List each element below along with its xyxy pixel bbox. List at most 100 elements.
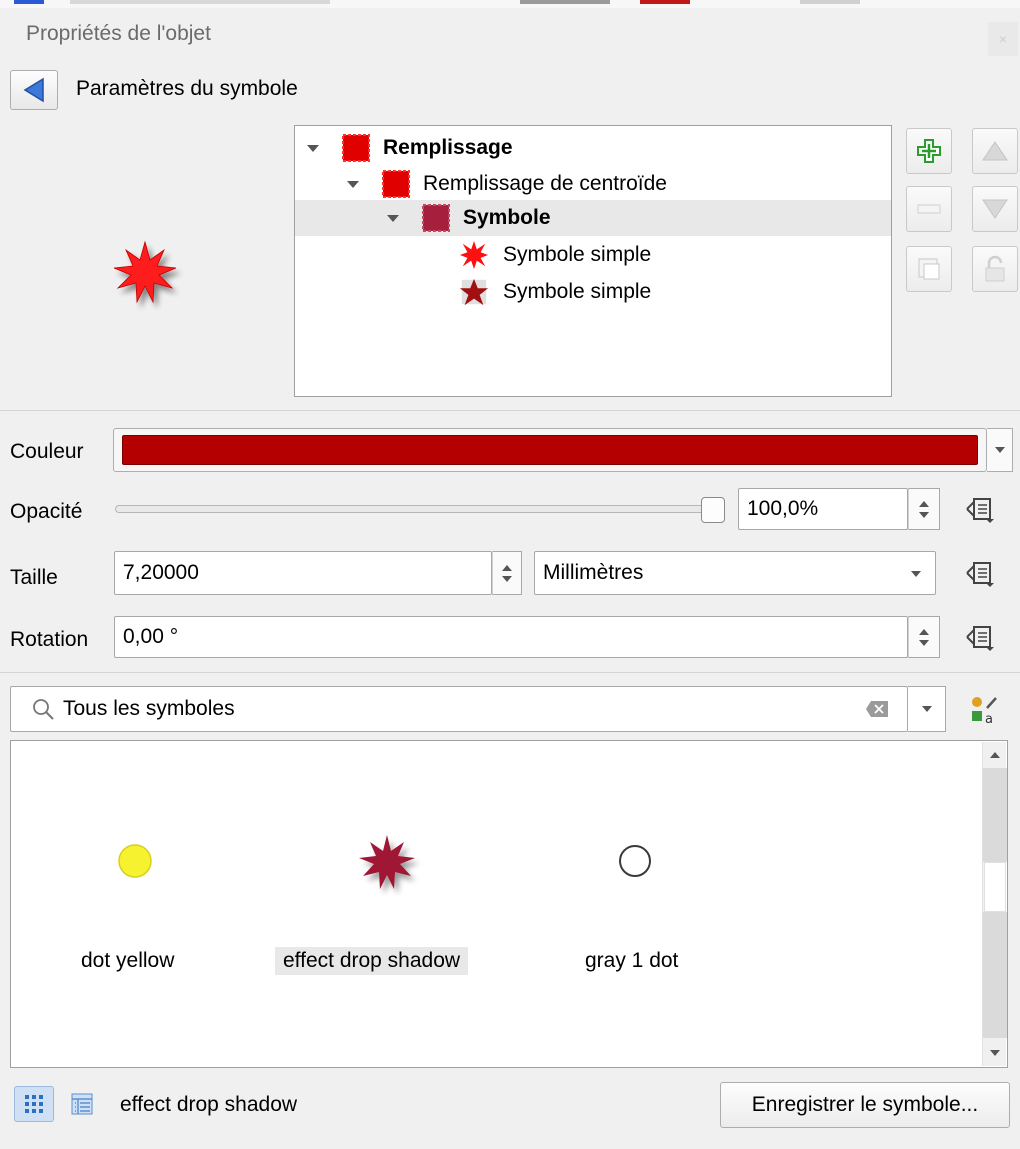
tree-item-label: Symbole simple: [503, 280, 652, 303]
library-item-label[interactable]: effect drop shadow: [275, 947, 469, 975]
add-layer-button[interactable]: [906, 128, 952, 174]
spin-up-icon[interactable]: [919, 500, 929, 507]
size-label: Taille: [10, 566, 58, 589]
arrow-down-icon: [982, 199, 1008, 219]
move-down-button[interactable]: [972, 186, 1018, 232]
expand-arrow-icon[interactable]: [387, 214, 399, 222]
color-dropdown-button[interactable]: [987, 428, 1013, 472]
minus-icon: [917, 204, 941, 214]
scroll-track[interactable]: [983, 768, 1007, 862]
close-button[interactable]: ×: [988, 22, 1018, 56]
size-input[interactable]: 7,20000: [114, 551, 492, 595]
spin-down-icon[interactable]: [919, 639, 929, 646]
data-defined-override-button[interactable]: [960, 620, 1000, 656]
tree-item-symbole[interactable]: Symbole: [295, 200, 891, 236]
expand-arrow-icon[interactable]: [307, 144, 319, 152]
divider: [0, 672, 1020, 673]
duplicate-icon: [918, 258, 940, 280]
duplicate-layer-button[interactable]: [906, 246, 952, 292]
rotation-input[interactable]: 0,00 °: [114, 616, 908, 658]
size-unit-select[interactable]: Millimètres: [534, 551, 936, 595]
centroid-fill-swatch-icon: [382, 170, 410, 198]
selected-symbol-name: effect drop shadow: [120, 1093, 298, 1116]
color-label: Couleur: [10, 440, 84, 463]
opacity-slider-handle[interactable]: [701, 497, 725, 523]
tree-item-remplissage[interactable]: Remplissage: [307, 130, 891, 166]
lock-layer-button[interactable]: [972, 246, 1018, 292]
search-icon: [33, 699, 54, 720]
search-input-value[interactable]: Tous les symboles: [63, 697, 235, 721]
library-item-label[interactable]: gray 1 dot: [577, 947, 686, 975]
lock-icon: [985, 255, 1005, 282]
library-item-label[interactable]: dot yellow: [73, 947, 182, 975]
plus-icon: [917, 139, 941, 163]
spin-up-icon[interactable]: [502, 564, 512, 571]
rotation-spinner[interactable]: [908, 616, 940, 658]
rotation-label: Rotation: [10, 628, 89, 651]
list-icon: [71, 1093, 93, 1115]
data-defined-override-button[interactable]: [960, 492, 1000, 528]
arrow-up-icon: [982, 141, 1008, 161]
symbol-swatch-icon: [422, 204, 450, 232]
window-title: Propriétés de l'objet: [26, 22, 211, 45]
clear-icon[interactable]: [865, 700, 889, 718]
spin-down-icon[interactable]: [502, 575, 512, 582]
yellow-dot-icon[interactable]: [115, 841, 155, 881]
tree-item-label: Remplissage de centroïde: [423, 172, 667, 195]
arrow-up-icon: [990, 752, 1000, 758]
symbol-library-list[interactable]: dot yellow effect drop shadow gray 1 dot: [10, 740, 1008, 1068]
spin-down-icon[interactable]: [919, 511, 929, 518]
gray-circle-icon[interactable]: [617, 843, 653, 879]
back-button[interactable]: [10, 70, 58, 110]
scroll-thumb[interactable]: [984, 862, 1006, 912]
expand-arrow-icon[interactable]: [347, 180, 359, 188]
library-scrollbar[interactable]: [982, 742, 1007, 1066]
svg-text:a: a: [985, 712, 993, 726]
tree-item-simple-symbol-1[interactable]: Symbole simple: [459, 237, 889, 273]
tree-item-label: Remplissage: [383, 136, 513, 159]
star-burst-icon: [113, 240, 177, 304]
style-manager-button[interactable]: a: [968, 694, 1000, 727]
tree-item-label: Symbole simple: [503, 243, 652, 266]
dark-star-swatch-icon: [459, 278, 489, 306]
color-swatch: [122, 435, 978, 465]
window-top-strip: [0, 0, 1020, 8]
opacity-label: Opacité: [10, 500, 83, 523]
scroll-up-button[interactable]: [983, 742, 1007, 768]
star-burst-icon[interactable]: [347, 825, 427, 905]
arrow-down-icon: [990, 1050, 1000, 1056]
scroll-track[interactable]: [983, 912, 1007, 1038]
symbol-search[interactable]: Tous les symboles: [10, 686, 908, 732]
tree-item-label: Symbole: [463, 206, 551, 229]
grid-icon: [25, 1095, 43, 1113]
chevron-down-icon: [921, 706, 932, 712]
tree-item-centroid-fill[interactable]: Remplissage de centroïde: [347, 166, 891, 202]
opacity-slider[interactable]: [115, 505, 725, 513]
symbol-layer-tree[interactable]: Remplissage Remplissage de centroïde Sym…: [294, 125, 892, 397]
move-up-button[interactable]: [972, 128, 1018, 174]
data-defined-icon: [966, 562, 994, 587]
spin-up-icon[interactable]: [919, 628, 929, 635]
opacity-spinner[interactable]: [908, 488, 940, 530]
tree-item-simple-symbol-2[interactable]: Symbole simple: [459, 274, 889, 310]
list-view-button[interactable]: [62, 1086, 102, 1122]
search-dropdown-button[interactable]: [908, 686, 946, 732]
size-spinner[interactable]: [492, 551, 522, 595]
data-defined-override-button[interactable]: [960, 556, 1000, 592]
red-star-swatch-icon: [459, 240, 489, 270]
chevron-down-icon: [994, 447, 1005, 453]
save-symbol-button[interactable]: Enregistrer le symbole...: [720, 1082, 1010, 1128]
symbol-preview: [100, 228, 190, 318]
color-button[interactable]: [113, 428, 987, 472]
page-title: Paramètres du symbole: [76, 77, 298, 100]
data-defined-icon: [966, 498, 994, 523]
fill-swatch-icon: [342, 134, 370, 162]
opacity-input[interactable]: 100,0%: [738, 488, 908, 530]
remove-layer-button[interactable]: [906, 186, 952, 232]
style-manager-icon: a: [972, 697, 997, 727]
data-defined-icon: [966, 626, 994, 651]
icon-view-button[interactable]: [14, 1086, 54, 1122]
scroll-down-button[interactable]: [983, 1040, 1007, 1066]
divider: [0, 410, 1020, 411]
arrow-left-icon: [23, 77, 44, 103]
